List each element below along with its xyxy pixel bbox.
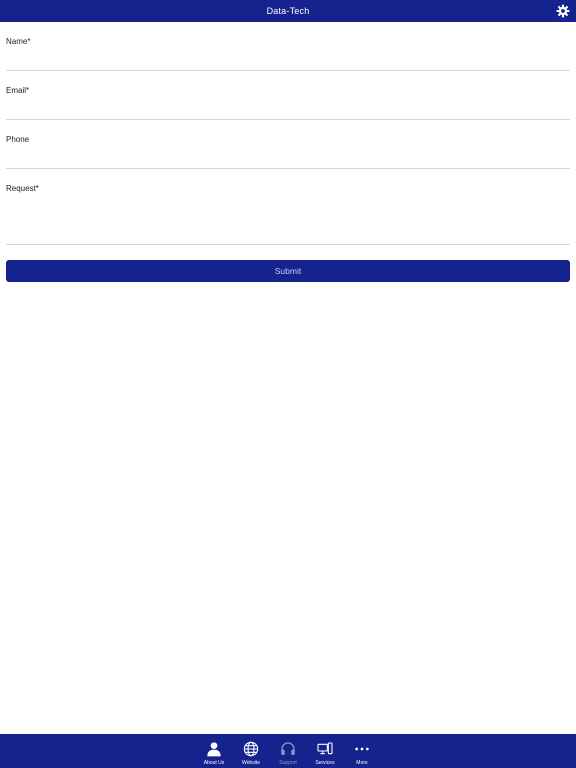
devices-icon — [317, 742, 333, 755]
tab-services[interactable]: Services — [307, 734, 344, 768]
phone-input[interactable] — [6, 146, 570, 166]
contact-form: Name* Email* Phone Request* — [6, 22, 570, 245]
request-textarea[interactable] — [6, 195, 570, 239]
request-label: Request* — [6, 184, 39, 193]
phone-field: Phone — [6, 120, 570, 169]
email-label: Email* — [6, 86, 30, 95]
email-input[interactable] — [6, 97, 570, 117]
top-nav-bar: Data-Tech — [0, 0, 576, 22]
tab-more[interactable]: More — [344, 734, 381, 768]
email-field: Email* — [6, 71, 570, 120]
request-field: Request* — [6, 169, 570, 245]
name-input[interactable] — [6, 48, 570, 68]
gear-icon[interactable] — [556, 4, 570, 18]
tab-about-us[interactable]: About Us — [196, 734, 233, 768]
tab-label: More — [356, 760, 368, 766]
name-field: Name* — [6, 22, 570, 71]
person-icon — [207, 742, 221, 757]
tab-label: Services — [315, 760, 335, 766]
tab-support[interactable]: Support — [270, 734, 307, 768]
globe-icon — [243, 741, 259, 757]
headphones-icon — [281, 742, 295, 755]
tab-label: Support — [279, 760, 297, 766]
more-icon — [355, 747, 369, 751]
submit-button[interactable]: Submit — [6, 260, 570, 282]
name-label: Name* — [6, 37, 31, 46]
tab-website[interactable]: Website — [233, 734, 270, 768]
tab-label: Website — [242, 760, 260, 766]
app-title: Data-Tech — [266, 6, 310, 16]
bottom-tab-bar: About Us Website Support Services More — [0, 734, 576, 768]
phone-label: Phone — [6, 135, 30, 144]
tab-label: About Us — [203, 760, 225, 766]
